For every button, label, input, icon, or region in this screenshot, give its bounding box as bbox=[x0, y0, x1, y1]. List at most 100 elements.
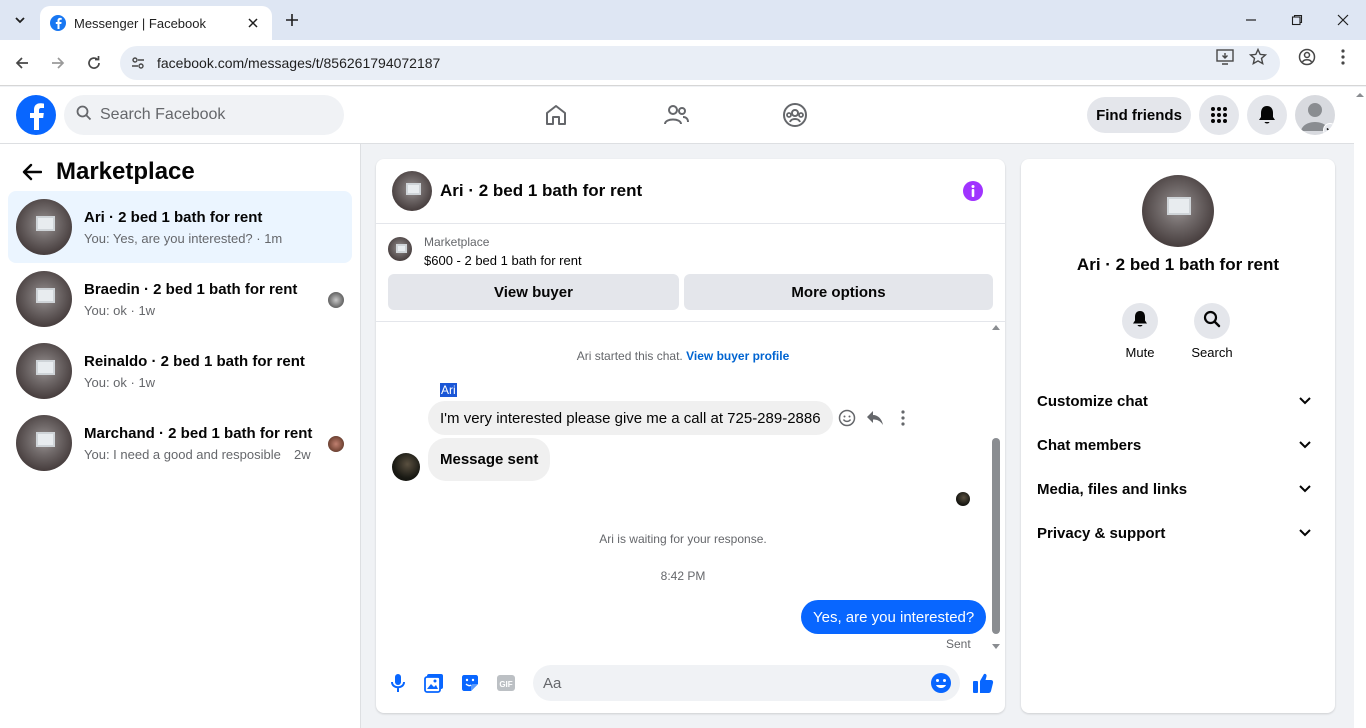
close-icon[interactable] bbox=[244, 14, 262, 32]
gif-icon[interactable]: GIF bbox=[494, 671, 518, 695]
section-label: Chat members bbox=[1037, 436, 1142, 454]
message-bubble[interactable]: Message sent bbox=[428, 438, 551, 481]
restore-icon[interactable] bbox=[1285, 8, 1309, 32]
chevron-down-icon bbox=[1297, 481, 1313, 497]
media-files-links-section[interactable]: Media, files and links bbox=[1029, 467, 1327, 511]
photo-icon[interactable] bbox=[422, 671, 446, 695]
chat-panel: Ari · 2 bed 1 bath for rent Marketplace … bbox=[376, 159, 1005, 713]
smile-icon[interactable] bbox=[838, 409, 856, 427]
waiting-notice: Ari is waiting for your response. bbox=[599, 532, 767, 546]
page-scrollbar[interactable] bbox=[1354, 87, 1366, 728]
privacy-support-section[interactable]: Privacy & support bbox=[1029, 511, 1327, 555]
apps-icon[interactable] bbox=[1199, 95, 1239, 135]
conversation-time: 2w bbox=[294, 446, 311, 462]
conversation-info-pane: Ari · 2 bed 1 bath for rent Mute Search … bbox=[1021, 159, 1335, 713]
conversation-name: Marchand · 2 bed 1 bath for rent bbox=[84, 424, 313, 442]
browser-tabbar: Messenger | Facebook bbox=[0, 0, 1366, 40]
tab-list-icon[interactable] bbox=[8, 8, 32, 32]
browser-tab[interactable]: Messenger | Facebook bbox=[40, 6, 272, 40]
customize-chat-section[interactable]: Customize chat bbox=[1029, 379, 1327, 423]
scrollbar[interactable] bbox=[990, 324, 1002, 650]
avatar bbox=[16, 199, 72, 255]
facebook-header: Find friends bbox=[0, 87, 1366, 144]
divider bbox=[376, 321, 1005, 322]
menu-icon[interactable] bbox=[1333, 47, 1353, 67]
friends-icon[interactable] bbox=[658, 97, 694, 133]
conversation-preview: You: Yes, are you interested? · 1m bbox=[84, 230, 283, 246]
mute-label: Mute bbox=[1125, 345, 1155, 360]
search-label: Search bbox=[1191, 345, 1233, 360]
reload-icon[interactable] bbox=[82, 51, 106, 75]
more-icon[interactable] bbox=[894, 409, 912, 427]
chat-started-text: Ari started this chat. bbox=[576, 349, 683, 363]
site-info-icon[interactable] bbox=[128, 53, 148, 73]
avatar bbox=[16, 271, 72, 327]
reply-icon[interactable] bbox=[866, 409, 884, 427]
install-icon[interactable] bbox=[1215, 47, 1235, 67]
view-buyer-profile-link[interactable]: View buyer profile bbox=[686, 349, 789, 363]
message-input[interactable] bbox=[543, 674, 923, 692]
search-box[interactable] bbox=[64, 95, 344, 135]
conversation-title: Ari · 2 bed 1 bath for rent bbox=[1076, 255, 1280, 274]
account-icon[interactable] bbox=[1297, 47, 1317, 67]
sender-name: Ari bbox=[440, 383, 457, 397]
facebook-logo[interactable] bbox=[16, 95, 56, 135]
groups-icon[interactable] bbox=[777, 97, 813, 133]
listing-price: $600 - 2 bed 1 bath for rent bbox=[424, 253, 582, 268]
list-item[interactable]: Marchand · 2 bed 1 bath for rent You: I … bbox=[8, 407, 352, 479]
find-friends-button[interactable]: Find friends bbox=[1087, 97, 1191, 133]
more-options-button[interactable]: More options bbox=[684, 274, 993, 310]
chat-title[interactable]: Ari · 2 bed 1 bath for rent bbox=[440, 181, 642, 201]
avatar bbox=[16, 343, 72, 399]
home-icon[interactable] bbox=[538, 97, 574, 133]
search-button[interactable]: Search bbox=[1182, 303, 1242, 360]
conversation-name: Reinaldo · 2 bed 1 bath for rent bbox=[84, 352, 305, 370]
address-bar[interactable]: facebook.com/messages/t/856261794072187 bbox=[120, 46, 1280, 80]
search-icon bbox=[76, 105, 92, 126]
list-item[interactable]: Reinaldo · 2 bed 1 bath for rent You: ok… bbox=[8, 335, 352, 407]
search-input[interactable] bbox=[100, 106, 320, 124]
plus-icon[interactable] bbox=[281, 9, 303, 31]
message-bubble[interactable]: I'm very interested please give me a cal… bbox=[428, 401, 833, 435]
chat-members-section[interactable]: Chat members bbox=[1029, 423, 1327, 467]
bell-icon bbox=[1132, 310, 1148, 333]
conversation-name: Braedin · 2 bed 1 bath for rent bbox=[84, 280, 298, 298]
avatar[interactable] bbox=[392, 453, 420, 481]
seen-avatar bbox=[328, 436, 344, 452]
close-window-icon[interactable] bbox=[1331, 8, 1355, 32]
avatar bbox=[16, 415, 72, 471]
scrollbar-thumb[interactable] bbox=[992, 438, 1000, 634]
list-item[interactable]: Ari · 2 bed 1 bath for rent You: Yes, ar… bbox=[8, 191, 352, 263]
star-icon[interactable] bbox=[1248, 47, 1268, 67]
minimize-icon[interactable] bbox=[1239, 8, 1263, 32]
sent-status: Sent bbox=[946, 637, 971, 651]
list-item[interactable]: Braedin · 2 bed 1 bath for rent You: ok … bbox=[8, 263, 352, 335]
mic-icon[interactable] bbox=[386, 671, 410, 695]
emoji-icon[interactable] bbox=[930, 672, 952, 694]
listing-summary[interactable]: Marketplace $600 - 2 bed 1 bath for rent bbox=[388, 235, 582, 268]
sidebar-header: Marketplace bbox=[18, 158, 195, 186]
svg-text:GIF: GIF bbox=[499, 680, 512, 689]
back-icon[interactable] bbox=[18, 158, 46, 186]
mute-button[interactable]: Mute bbox=[1110, 303, 1170, 360]
page-title: Marketplace bbox=[56, 158, 195, 185]
sticker-icon[interactable] bbox=[458, 671, 482, 695]
section-label: Customize chat bbox=[1037, 392, 1148, 410]
back-icon[interactable] bbox=[10, 51, 34, 75]
avatar[interactable] bbox=[1142, 175, 1214, 247]
forward-icon[interactable] bbox=[46, 51, 70, 75]
facebook-favicon bbox=[50, 15, 66, 31]
like-icon[interactable] bbox=[971, 671, 995, 695]
avatar[interactable] bbox=[392, 171, 432, 211]
avatar[interactable] bbox=[1295, 95, 1335, 135]
conversation-preview: You: I need a good and resposible ... bbox=[84, 446, 284, 462]
message-input-box[interactable] bbox=[533, 665, 960, 701]
listing-label: Marketplace bbox=[424, 235, 490, 249]
message-bubble[interactable]: Yes, are you interested? bbox=[801, 600, 987, 634]
conversation-name: Ari · 2 bed 1 bath for rent bbox=[84, 208, 263, 226]
info-icon[interactable] bbox=[963, 181, 983, 201]
message-timestamp: 8:42 PM bbox=[660, 569, 706, 583]
search-icon bbox=[1203, 310, 1221, 333]
view-buyer-button[interactable]: View buyer bbox=[388, 274, 679, 310]
bell-icon[interactable] bbox=[1247, 95, 1287, 135]
